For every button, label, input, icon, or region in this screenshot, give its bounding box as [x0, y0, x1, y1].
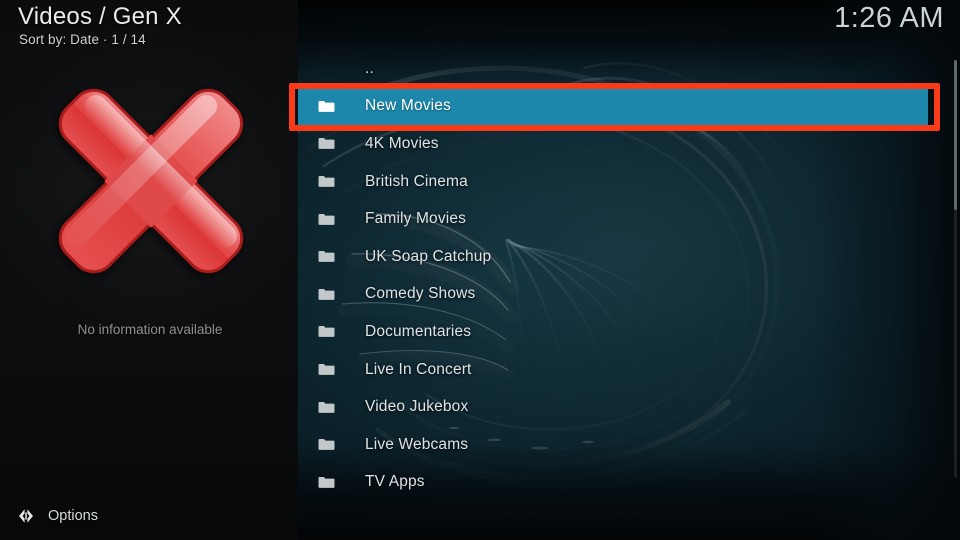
list-item[interactable]: .. [298, 50, 928, 88]
options-button[interactable]: Options [12, 504, 102, 528]
folder-icon [318, 401, 338, 414]
list-item-selected[interactable]: New Movies [298, 87, 928, 126]
list-item-label: British Cinema [365, 172, 468, 190]
folder-icon [318, 100, 338, 113]
info-panel: No information available Options [0, 0, 298, 540]
list-item[interactable]: TV Apps [298, 464, 928, 502]
folder-icon [318, 363, 338, 376]
sort-info-label: Sort by: Date · 1 / 14 [19, 32, 146, 47]
red-x-icon [22, 52, 280, 310]
folder-icon [318, 288, 338, 301]
list-item[interactable]: Documentaries [298, 313, 928, 351]
list-item-label: Live In Concert [365, 360, 472, 378]
options-label: Options [48, 508, 98, 524]
list-item-label: Comedy Shows [365, 285, 476, 303]
list-item[interactable]: Live Webcams [298, 426, 928, 464]
list-item-label: TV Apps [365, 473, 425, 491]
list-item-label: 4K Movies [365, 134, 439, 152]
list-item-label: .. [365, 59, 374, 77]
list-item[interactable]: Live In Concert [298, 351, 928, 389]
list-item-label: Live Webcams [365, 435, 469, 453]
folder-icon [318, 213, 338, 226]
list-item-label: Documentaries [365, 322, 472, 340]
folder-icon [318, 137, 338, 150]
list-item[interactable]: UK Soap Catchup [298, 238, 928, 276]
folder-icon [318, 438, 338, 451]
page-title: Videos / Gen X [18, 3, 182, 30]
list-item[interactable]: 4K Movies [298, 125, 928, 163]
folder-icon [318, 250, 338, 263]
list-item[interactable]: British Cinema [298, 163, 928, 201]
scrollbar-thumb[interactable] [954, 60, 957, 210]
folder-icon [318, 325, 338, 338]
list-item-label: New Movies [365, 97, 451, 115]
folder-icon [318, 476, 338, 489]
list-item[interactable]: Family Movies [298, 200, 928, 238]
list-item-label: UK Soap Catchup [365, 247, 492, 265]
list-item-label: Video Jukebox [365, 398, 469, 416]
file-list[interactable]: .. New Movies 4K Movies British Cinema Famil… [298, 0, 960, 540]
folder-icon [318, 175, 338, 188]
kodi-file-browser-screen: No information available Options Videos … [0, 0, 960, 540]
list-item-label: Family Movies [365, 210, 466, 228]
no-information-label: No information available [77, 322, 223, 337]
left-right-arrow-icon [16, 506, 36, 526]
list-item[interactable]: Video Jukebox [298, 388, 928, 426]
list-scrollbar[interactable] [954, 60, 957, 478]
list-item[interactable]: Comedy Shows [298, 276, 928, 314]
